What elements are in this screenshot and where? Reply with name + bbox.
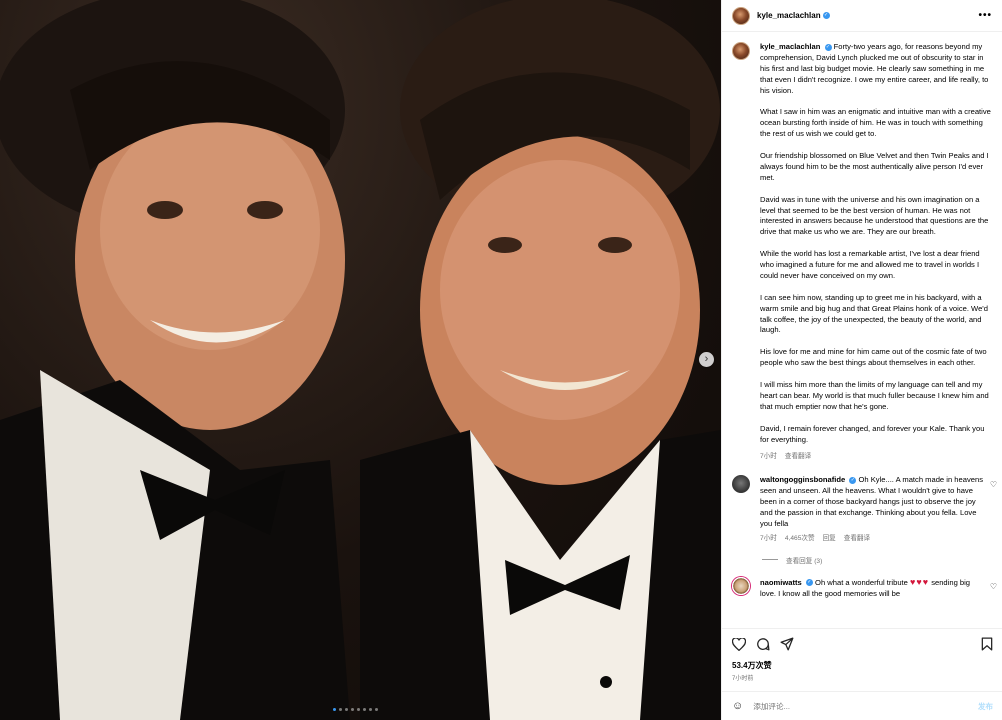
comment-username[interactable]: waltongogginsbonafide [760, 475, 845, 484]
caption-paragraph: I can see him now, standing up to greet … [760, 292, 988, 335]
avatar[interactable] [732, 475, 750, 494]
divider [762, 559, 778, 561]
caption-paragraph: David was in tune with the universe and … [760, 194, 989, 237]
verified-badge-icon: ✓ [822, 12, 830, 19]
post-actions: 53.4万次赞 7小时前 [722, 628, 1002, 686]
post-comment-button[interactable]: 发布 [978, 701, 993, 712]
view-replies-label: 查看回复 (3) [786, 557, 823, 565]
caption-username[interactable]: kyle_maclachlan [760, 42, 820, 51]
heart-icon[interactable] [732, 637, 746, 651]
comment-translate-link[interactable]: 查看翻译 [844, 534, 870, 545]
emoji-icon[interactable]: ☺ [732, 700, 743, 712]
avatar[interactable] [732, 576, 750, 595]
avatar[interactable] [732, 6, 750, 25]
verified-badge-icon: ✓ [849, 476, 857, 484]
verified-badge-icon: ✓ [805, 579, 813, 587]
caption-paragraph: While the world has lost a remarkable ar… [760, 249, 980, 280]
caption-paragraph: kyle_maclachlan ✓ Forty-two years ago, f… [760, 42, 992, 97]
carousel-dot[interactable] [345, 708, 348, 711]
carousel-dot[interactable] [363, 708, 366, 711]
carousel-dot[interactable] [351, 708, 354, 711]
more-horizontal-icon[interactable]: ••• [978, 10, 992, 21]
carousel-dot[interactable] [339, 708, 342, 711]
red-heart-emoji-icon: ♥♥♥ [910, 576, 930, 587]
comment-reply-link[interactable]: 回复 [823, 534, 836, 545]
avatar[interactable] [732, 42, 750, 60]
post-sidebar: kyle_maclachlan ✓ ••• kyle_maclachlan ✓ … [721, 0, 1002, 720]
bookmark-icon[interactable] [981, 637, 993, 651]
view-replies-link[interactable]: 查看回复 (3) [762, 555, 1002, 565]
verified-badge-icon: ✓ [824, 43, 832, 51]
comment-icon[interactable] [756, 637, 770, 651]
caption-paragraph: What I saw in him was an enigmatic and i… [760, 107, 991, 139]
comment-time: 7小时 [760, 534, 777, 542]
caption-paragraph: David, I remain forever changed, and for… [760, 423, 985, 444]
chevron-right-icon: › [704, 353, 709, 365]
carousel-next-button[interactable]: › [699, 352, 714, 367]
comments-scroll-area[interactable]: kyle_maclachlan ✓ Forty-two years ago, f… [722, 33, 1002, 628]
comment-like-heart-icon[interactable]: ♡ [990, 480, 997, 489]
comment-input[interactable] [753, 701, 964, 711]
caption-paragraph: I will miss him more than the limits of … [760, 379, 989, 411]
comment-username[interactable]: naomiwatts [760, 578, 802, 587]
caption-translate-link[interactable]: 查看翻译 [785, 452, 811, 463]
post-time: 7小时前 [732, 676, 754, 682]
share-icon[interactable] [780, 637, 794, 651]
caption-time: 7小时 [760, 453, 777, 461]
comment-text: Oh what a wonderful tribute [815, 577, 908, 587]
post-photo[interactable]: › [0, 0, 721, 720]
carousel-dot[interactable] [375, 708, 378, 711]
comment-composer: ☺ 发布 [722, 691, 1002, 720]
caption-meta: 7小时 查看翻译 [760, 452, 992, 463]
comment-like-heart-icon[interactable]: ♡ [990, 582, 997, 591]
carousel-dot[interactable] [369, 708, 372, 711]
photo-illustration [0, 0, 721, 720]
post-header: kyle_maclachlan ✓ ••• [722, 0, 1002, 32]
likes-count[interactable]: 53.4万次赞 [732, 660, 993, 671]
comment-meta: 7小时 4,465次赞 回复 查看翻译 [760, 534, 988, 545]
comment-item: naomiwatts ✓ Oh what a wonderful tribute… [722, 565, 1002, 600]
carousel-dot[interactable] [357, 708, 360, 711]
comment-likes[interactable]: 4,465次赞 [785, 534, 815, 545]
post-caption: kyle_maclachlan ✓ Forty-two years ago, f… [722, 33, 1002, 463]
post-author-username[interactable]: kyle_maclachlan [757, 11, 821, 20]
caption-paragraph: Our friendship blossomed on Blue Velvet … [760, 151, 989, 182]
carousel-dots [333, 708, 378, 711]
caption-paragraph: His love for me and mine for him came ou… [760, 347, 987, 368]
carousel-dot[interactable] [333, 708, 336, 711]
comment-item: waltongogginsbonafide ✓ Oh Kyle.... A ma… [722, 463, 1002, 544]
